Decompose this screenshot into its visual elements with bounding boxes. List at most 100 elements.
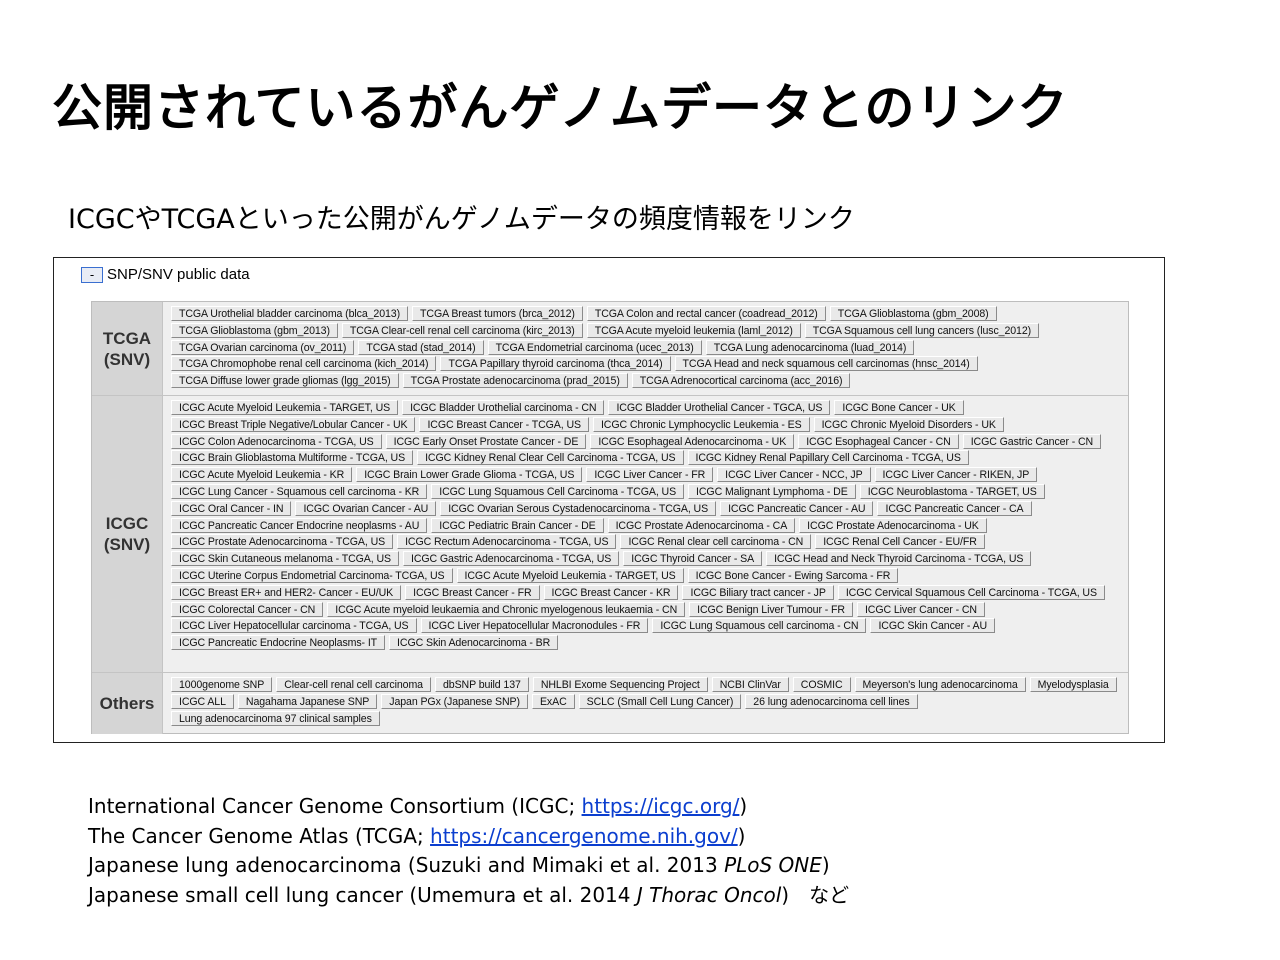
dataset-button[interactable]: TCGA Acute myeloid leukemia (laml_2012) [586, 322, 801, 338]
dataset-button[interactable]: ICGC Brain Glioblastoma Multiforme - TCG… [171, 450, 414, 466]
dataset-button[interactable]: ICGC Liver Hepatocellular carcinoma - TC… [171, 618, 417, 634]
dataset-button[interactable]: ICGC Liver Cancer - NCC, JP [717, 467, 871, 483]
dataset-button[interactable]: ICGC Acute Myeloid Leukemia - KR [171, 467, 353, 483]
dataset-button[interactable]: ICGC Renal Cell Cancer - EU/FR [815, 534, 985, 550]
dataset-button[interactable]: Japan PGx (Japanese SNP) [381, 693, 528, 709]
dataset-button[interactable]: ICGC Pancreatic Endocrine Neoplasms- IT [171, 635, 386, 651]
dataset-button[interactable]: NHLBI Exome Sequencing Project [532, 677, 708, 692]
dataset-button[interactable]: ICGC Liver Cancer - RIKEN, JP [874, 467, 1038, 483]
dataset-button[interactable]: ICGC Renal clear cell carcinoma - CN [620, 534, 812, 550]
dataset-button[interactable]: ICGC Bone Cancer - Ewing Sarcoma - FR [687, 567, 899, 583]
dataset-button[interactable]: ICGC Bladder Urothelial carcinoma - CN [402, 400, 605, 415]
dataset-button[interactable]: ICGC Neuroblastoma - TARGET, US [859, 483, 1045, 499]
dataset-button[interactable]: ICGC Chronic Myeloid Disorders - UK [813, 416, 1004, 432]
dataset-button[interactable]: ICGC Colorectal Cancer - CN [171, 601, 324, 617]
dataset-button[interactable]: ICGC Bone Cancer - UK [834, 400, 964, 415]
dataset-button[interactable]: ICGC Breast Cancer - KR [543, 584, 679, 600]
dataset-button[interactable]: ICGC Lung Cancer - Squamous cell carcino… [171, 483, 428, 499]
dataset-button[interactable]: ICGC Prostate Adenocarcinoma - CA [607, 517, 796, 533]
dataset-button[interactable]: ICGC Prostate Adenocarcinoma - UK [799, 517, 987, 533]
dataset-button[interactable]: TCGA Glioblastoma (gbm_2008) [829, 306, 997, 321]
dataset-button[interactable]: ICGC Esophageal Cancer - CN [798, 433, 959, 449]
dataset-button[interactable]: ICGC Brain Lower Grade Glioma - TCGA, US [356, 467, 583, 483]
dataset-button[interactable]: ICGC Esophageal Adenocarcinoma - UK [590, 433, 795, 449]
dataset-button[interactable]: ICGC Liver Cancer - CN [856, 601, 985, 617]
dataset-button[interactable]: ICGC Acute myeloid leukaemia and Chronic… [327, 601, 686, 617]
dataset-button[interactable]: COSMIC [792, 677, 851, 692]
dataset-button[interactable]: ICGC Skin Adenocarcinoma - BR [389, 635, 559, 651]
dataset-button[interactable]: ICGC Colon Adenocarcinoma - TCGA, US [171, 433, 382, 449]
dataset-button[interactable]: ICGC Ovarian Cancer - AU [295, 500, 437, 516]
dataset-button[interactable]: TCGA Adrenocortical carcinoma (acc_2016) [631, 373, 851, 389]
dataset-button[interactable]: ICGC Biliary tract cancer - JP [682, 584, 834, 600]
dataset-button[interactable]: ExAC [531, 693, 575, 709]
dataset-button[interactable]: ICGC Prostate Adenocarcinoma - TCGA, US [171, 534, 394, 550]
dataset-button[interactable]: ICGC Pancreatic Cancer - CA [877, 500, 1032, 516]
dataset-button[interactable]: ICGC Oral Cancer - IN [171, 500, 292, 516]
reference-link[interactable]: https://cancergenome.nih.gov/ [430, 824, 738, 848]
dataset-button[interactable]: ICGC Lung Squamous cell carcinoma - CN [652, 618, 867, 634]
dataset-button[interactable]: ICGC Breast Cancer - TCGA, US [419, 416, 589, 432]
panel-header: - SNP/SNV public data [81, 266, 250, 283]
dataset-button[interactable]: ICGC Pancreatic Cancer - AU [720, 500, 874, 516]
dataset-button[interactable]: ICGC Liver Hepatocellular Macronodules -… [420, 618, 649, 634]
dataset-button[interactable]: ICGC Breast Cancer - FR [405, 584, 540, 600]
dataset-button[interactable]: TCGA Diffuse lower grade gliomas (lgg_20… [171, 373, 399, 389]
dataset-button[interactable]: TCGA Head and neck squamous cell carcino… [674, 356, 978, 372]
dataset-button[interactable]: Meyerson's lung adenocarcinoma [854, 677, 1026, 692]
dataset-button[interactable]: 1000genome SNP [171, 677, 273, 692]
dataset-button[interactable]: SCLC (Small Cell Lung Cancer) [578, 693, 742, 709]
dataset-button[interactable]: ICGC Kidney Renal Clear Cell Carcinoma -… [417, 450, 684, 466]
dataset-button[interactable]: TCGA Chromophobe renal cell carcinoma (k… [171, 356, 437, 372]
dataset-button[interactable]: Myelodysplasia [1029, 677, 1117, 692]
collapse-toggle-button[interactable]: - [81, 266, 103, 283]
dataset-button[interactable]: ICGC Skin Cutaneous melanoma - TCGA, US [171, 551, 399, 567]
dataset-button[interactable]: TCGA Papillary thyroid carcinoma (thca_2… [440, 356, 671, 372]
dataset-button[interactable]: NCBI ClinVar [711, 677, 789, 692]
dataset-button[interactable]: ICGC Benign Liver Tumour - FR [689, 601, 853, 617]
dataset-button[interactable]: ICGC Skin Cancer - AU [870, 618, 996, 634]
dataset-button[interactable]: ICGC Uterine Corpus Endometrial Carcinom… [171, 567, 453, 583]
dataset-button[interactable]: ICGC Kidney Renal Papillary Cell Carcino… [687, 450, 969, 466]
reference-link[interactable]: https://icgc.org/ [582, 794, 740, 818]
dataset-button[interactable]: ICGC ALL [171, 693, 234, 709]
dataset-button[interactable]: ICGC Early Onset Prostate Cancer - DE [385, 433, 587, 449]
dataset-button[interactable]: ICGC Thyroid Cancer - SA [623, 551, 763, 567]
dataset-button[interactable]: Lung adenocarcinoma 97 clinical samples [171, 710, 380, 726]
dataset-button[interactable]: ICGC Bladder Urothelial Cancer - TGCA, U… [608, 400, 831, 415]
dataset-button[interactable]: ICGC Pediatric Brain Cancer - DE [431, 517, 604, 533]
dataset-button[interactable]: TCGA Squamous cell lung cancers (lusc_20… [804, 322, 1040, 338]
reference-text: International Cancer Genome Consortium (… [88, 794, 582, 818]
dataset-button[interactable]: TCGA Colon and rectal cancer (coadread_2… [586, 306, 826, 321]
dataset-button[interactable]: TCGA Urothelial bladder carcinoma (blca_… [171, 306, 409, 321]
dataset-button[interactable]: TCGA Endometrial carcinoma (ucec_2013) [487, 339, 702, 355]
dataset-button[interactable]: TCGA Lung adenocarcinoma (luad_2014) [705, 339, 915, 355]
dataset-button[interactable]: Nagahama Japanese SNP [237, 693, 378, 709]
dataset-button[interactable]: TCGA Prostate adenocarcinoma (prad_2015) [402, 373, 628, 389]
dataset-button[interactable]: TCGA Clear-cell renal cell carcinoma (ki… [341, 322, 583, 338]
dataset-button[interactable]: ICGC Head and Neck Thyroid Carcinoma - T… [766, 551, 1032, 567]
dataset-button[interactable]: 26 lung adenocarcinoma cell lines [745, 693, 918, 709]
dataset-button[interactable]: TCGA Glioblastoma (gbm_2013) [171, 322, 338, 338]
dataset-button[interactable]: ICGC Chronic Lymphocyclic Leukemia - ES [592, 416, 810, 432]
dataset-button[interactable]: TCGA Ovarian carcinoma (ov_2011) [171, 339, 355, 355]
group-label: ICGC (SNV) [92, 396, 163, 672]
dataset-button[interactable]: ICGC Ovarian Serous Cystadenocarcinoma -… [440, 500, 717, 516]
journal-name: PLoS ONE [724, 853, 822, 877]
dataset-button[interactable]: ICGC Breast ER+ and HER2- Cancer - EU/UK [171, 584, 402, 600]
dataset-button[interactable]: ICGC Lung Squamous Cell Carcinoma - TCGA… [431, 483, 685, 499]
dataset-button[interactable]: TCGA stad (stad_2014) [358, 339, 484, 355]
dataset-button[interactable]: ICGC Acute Myeloid Leukemia - TARGET, US [171, 400, 399, 415]
dataset-button[interactable]: ICGC Gastric Cancer - CN [962, 433, 1102, 449]
dataset-button[interactable]: ICGC Gastric Adenocarcinoma - TCGA, US [402, 551, 620, 567]
dataset-button[interactable]: Clear-cell renal cell carcinoma [276, 677, 431, 692]
dataset-button[interactable]: ICGC Rectum Adenocarcinoma - TCGA, US [397, 534, 617, 550]
dataset-button[interactable]: dbSNP build 137 [434, 677, 529, 692]
dataset-button[interactable]: ICGC Malignant Lymphoma - DE [688, 483, 856, 499]
dataset-button[interactable]: ICGC Pancreatic Cancer Endocrine neoplas… [171, 517, 428, 533]
dataset-button[interactable]: ICGC Breast Triple Negative/Lobular Canc… [171, 416, 416, 432]
dataset-button[interactable]: ICGC Liver Cancer - FR [586, 467, 714, 483]
dataset-button[interactable]: TCGA Breast tumors (brca_2012) [412, 306, 583, 321]
dataset-button[interactable]: ICGC Cervical Squamous Cell Carcinoma - … [837, 584, 1105, 600]
dataset-button[interactable]: ICGC Acute Myeloid Leukemia - TARGET, US [456, 567, 684, 583]
